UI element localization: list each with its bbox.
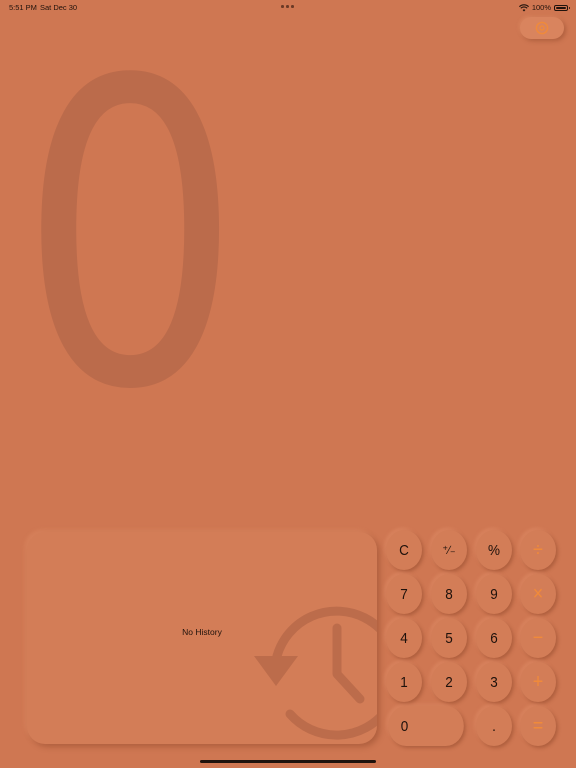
decimal-key[interactable]: . <box>476 706 512 746</box>
digit-9-key[interactable]: 9 <box>476 574 512 614</box>
gear-icon <box>535 21 549 35</box>
battery-icon <box>554 4 570 11</box>
clock-history-icon <box>254 606 377 740</box>
home-indicator[interactable] <box>200 760 376 763</box>
multitasking-dots-icon[interactable] <box>281 3 295 9</box>
digit-7-key[interactable]: 7 <box>386 574 422 614</box>
equals-key[interactable]: = <box>520 706 556 746</box>
plus-key[interactable]: + <box>520 662 556 702</box>
history-panel[interactable]: No History <box>27 532 377 744</box>
clear-key[interactable]: C <box>386 530 422 570</box>
digit-0-key[interactable]: 0 <box>388 706 464 746</box>
plus-minus-key[interactable]: ⁺∕₋ <box>431 530 467 570</box>
status-right: 100% <box>518 3 570 12</box>
battery-percent: 100% <box>531 3 551 12</box>
settings-button[interactable] <box>520 17 564 39</box>
minus-key[interactable]: − <box>520 618 556 658</box>
multiply-key[interactable]: × <box>520 574 556 614</box>
digit-2-key[interactable]: 2 <box>431 662 467 702</box>
wifi-icon <box>518 3 529 11</box>
divide-key[interactable]: ÷ <box>520 530 556 570</box>
digit-6-key[interactable]: 6 <box>476 618 512 658</box>
percent-key[interactable]: % <box>476 530 512 570</box>
digit-4-key[interactable]: 4 <box>386 618 422 658</box>
digit-8-key[interactable]: 8 <box>431 574 467 614</box>
digit-3-key[interactable]: 3 <box>476 662 512 702</box>
display-value: 0 <box>18 0 242 482</box>
digit-1-key[interactable]: 1 <box>386 662 422 702</box>
digit-5-key[interactable]: 5 <box>431 618 467 658</box>
